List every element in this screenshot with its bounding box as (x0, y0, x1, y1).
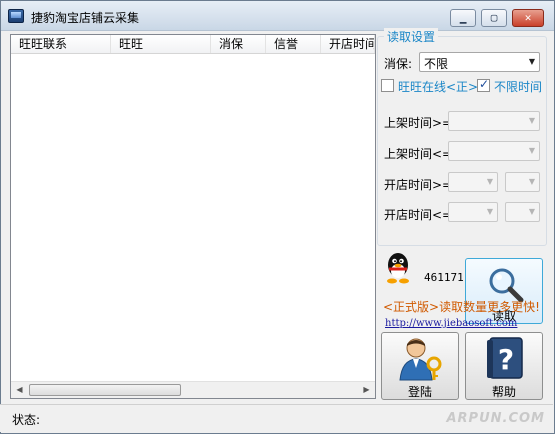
chevron-down-icon: ▼ (528, 116, 535, 125)
shop-list[interactable]: 旺旺联系 旺旺 消保 信誉 开店时间 ◀ ▶ (10, 34, 376, 399)
column-header-wangwang[interactable]: 旺旺 (111, 35, 211, 53)
qq-penguin-icon[interactable] (384, 252, 412, 284)
open-to-label: 开店时间<= (384, 208, 453, 222)
status-bar: 状态: ARPUN.COM (0, 404, 553, 432)
column-header-xiaobao[interactable]: 消保 (211, 35, 266, 53)
window-title: 捷豹淘宝店铺云采集 (31, 11, 140, 25)
login-button[interactable]: 登陆 (381, 332, 459, 400)
website-link[interactable]: http://www.jiebaosoft.com (385, 318, 517, 329)
status-message (40, 409, 380, 427)
chevron-down-icon: ▼ (528, 207, 535, 216)
scrollbar-thumb[interactable] (29, 384, 181, 396)
open-to-date-select[interactable]: ▼ (448, 202, 498, 222)
maximize-button[interactable]: ▢ (481, 9, 507, 27)
unlimited-time-checkbox[interactable] (477, 77, 490, 92)
promo-text[interactable]: <正式版>读取数量更多更快! (383, 298, 540, 315)
help-book-icon: ? (487, 337, 523, 379)
list-header: 旺旺联系 旺旺 消保 信誉 开店时间 (11, 35, 375, 54)
column-header-credit[interactable]: 信誉 (266, 35, 321, 53)
chevron-down-icon: ▼ (528, 146, 535, 155)
user-key-icon (399, 338, 442, 381)
help-button-label: 帮助 (491, 385, 516, 399)
watermark: ARPUN.COM (446, 411, 545, 426)
scroll-left-icon[interactable]: ◀ (11, 382, 28, 398)
listing-from-select[interactable]: ▼ (448, 111, 540, 131)
chevron-down-icon: ▼ (486, 177, 493, 186)
column-header-open-time[interactable]: 开店时间 (321, 35, 375, 53)
close-icon: ✕ (524, 11, 532, 24)
open-from-time-select[interactable]: ▼ (505, 172, 540, 192)
app-icon (8, 9, 24, 23)
minimize-icon: ▁ (459, 11, 467, 24)
listing-to-select[interactable]: ▼ (448, 141, 540, 161)
xiaobao-value: 不限 (424, 57, 449, 71)
chevron-down-icon: ▼ (486, 207, 493, 216)
xiaobao-label: 消保: (384, 57, 413, 71)
title-bar[interactable]: 捷豹淘宝店铺云采集 ▁ ▢ ✕ (1, 1, 554, 31)
chevron-down-icon: ▼ (528, 177, 535, 186)
horizontal-scrollbar[interactable]: ◀ ▶ (11, 381, 375, 398)
listing-to-label: 上架时间<= (384, 147, 453, 161)
xiaobao-select[interactable]: 不限 ▼ (419, 52, 540, 72)
chevron-down-icon: ▼ (528, 57, 535, 66)
wangwang-online-label: 旺旺在线<正> (398, 80, 479, 94)
open-from-date-select[interactable]: ▼ (448, 172, 498, 192)
column-header-wangwang-contact[interactable]: 旺旺联系 (11, 35, 111, 53)
help-button[interactable]: ? 帮助 (465, 332, 543, 400)
login-button-label: 登陆 (407, 385, 432, 399)
listing-from-label: 上架时间>= (384, 116, 453, 130)
wangwang-online-checkbox[interactable] (381, 79, 394, 92)
scroll-right-icon[interactable]: ▶ (358, 382, 375, 398)
status-label: 状态: (12, 413, 41, 427)
settings-group-title: 读取设置 (384, 28, 439, 45)
minimize-button[interactable]: ▁ (450, 9, 476, 27)
maximize-icon: ▢ (490, 11, 498, 24)
open-to-time-select[interactable]: ▼ (505, 202, 540, 222)
close-button[interactable]: ✕ (512, 9, 544, 27)
svg-text:?: ? (498, 343, 514, 376)
unlimited-time-label: 不限时间 (494, 80, 543, 94)
open-from-label: 开店时间>= (384, 178, 453, 192)
